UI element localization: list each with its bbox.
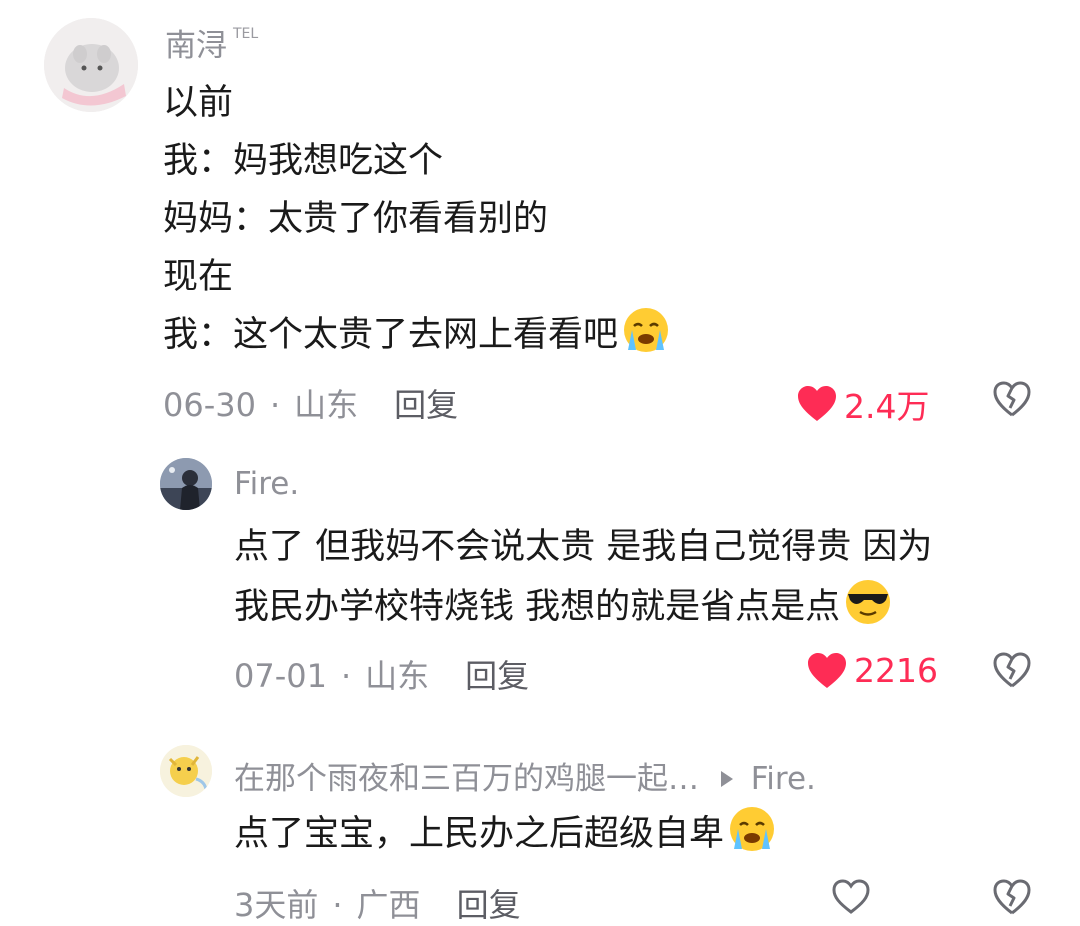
comment-location: 广西 (356, 886, 421, 924)
crying-face-icon (618, 306, 674, 372)
comment-line: 点了宝宝，上民办之后超级自卑 (234, 805, 780, 871)
heart-icon (798, 386, 836, 421)
meta-separator: · (332, 886, 343, 924)
comment-line: 点了 但我妈不会说太贵 是我自己觉得贵 因为 (234, 527, 933, 567)
reply-button[interactable]: 回复 (465, 657, 529, 695)
heart-outline-icon (832, 879, 870, 914)
comment-author: 在那个雨夜和三百万的鸡腿一起… Fire. (234, 753, 816, 798)
comment-line: 以前 (163, 83, 234, 123)
dislike-button[interactable] (992, 651, 1032, 693)
comment-location: 山东 (294, 386, 359, 424)
author-name[interactable]: 在那个雨夜和三百万的鸡腿一起… (234, 761, 699, 797)
comment-body: 点了 但我妈不会说太贵 是我自己觉得贵 因为 我民办学校特烧钱 我想的就是省点是… (234, 518, 932, 644)
comment-meta: 07-01 · 山东 回复 (234, 651, 529, 697)
comment-date: 07-01 (234, 657, 327, 695)
sunglasses-face-icon (840, 576, 896, 644)
like-button[interactable]: 2216 (806, 651, 938, 690)
avatar[interactable] (160, 458, 212, 510)
comment-line: 妈妈：太贵了你看看别的 (163, 199, 549, 239)
comment-line: 我民办学校特烧钱 我想的就是省点是点 (234, 576, 932, 644)
dislike-button[interactable] (992, 380, 1032, 422)
like-button[interactable] (830, 878, 872, 920)
reply-arrow-icon (719, 761, 735, 797)
comment-line: 现在 (163, 257, 234, 297)
comment-line-text: 点了宝宝，上民办之后超级自卑 (234, 814, 725, 854)
comment-body: 点了宝宝，上民办之后超级自卑 (234, 805, 780, 871)
reply-button[interactable]: 回复 (394, 386, 458, 424)
comment-line-text: 我：这个太贵了去网上看看吧 (163, 315, 619, 355)
like-count: 2216 (854, 651, 938, 690)
comment-date: 3天前 (234, 886, 319, 924)
broken-heart-icon (993, 381, 1031, 417)
meta-separator: · (269, 386, 281, 424)
meta-separator: · (340, 657, 352, 695)
comment-body: 以前 我：妈我想吃这个 妈妈：太贵了你看看别的 现在 我：这个太贵了去网上看看吧 (163, 74, 674, 372)
broken-heart-icon (993, 879, 1031, 915)
comment-author[interactable]: 南浔 TEL (165, 20, 258, 65)
comment-line-text: 我民办学校特烧钱 我想的就是省点是点 (234, 587, 841, 627)
comment-location: 山东 (365, 657, 430, 695)
dislike-button[interactable] (992, 878, 1032, 920)
like-count: 2.4万 (844, 387, 930, 426)
author-name[interactable]: 南浔 (165, 28, 227, 64)
comment-meta: 06-30 · 山东 回复 (163, 380, 458, 426)
comment-line: 我：妈我想吃这个 (163, 141, 444, 181)
comment-meta: 3天前 · 广西 回复 (234, 880, 521, 926)
broken-heart-icon (993, 652, 1031, 688)
heart-icon (808, 652, 846, 688)
like-button[interactable]: 2.4万 (796, 380, 929, 428)
reply-to-name[interactable]: Fire. (751, 761, 816, 797)
avatar[interactable] (160, 745, 212, 797)
comment-line: 我：这个太贵了去网上看看吧 (163, 306, 674, 372)
comment-author[interactable]: Fire. (234, 466, 299, 502)
comment-date: 06-30 (163, 386, 256, 424)
reply-button[interactable]: 回复 (457, 886, 521, 924)
author-tag: TEL (233, 26, 259, 42)
crying-face-icon (724, 805, 780, 871)
avatar[interactable] (44, 18, 138, 112)
